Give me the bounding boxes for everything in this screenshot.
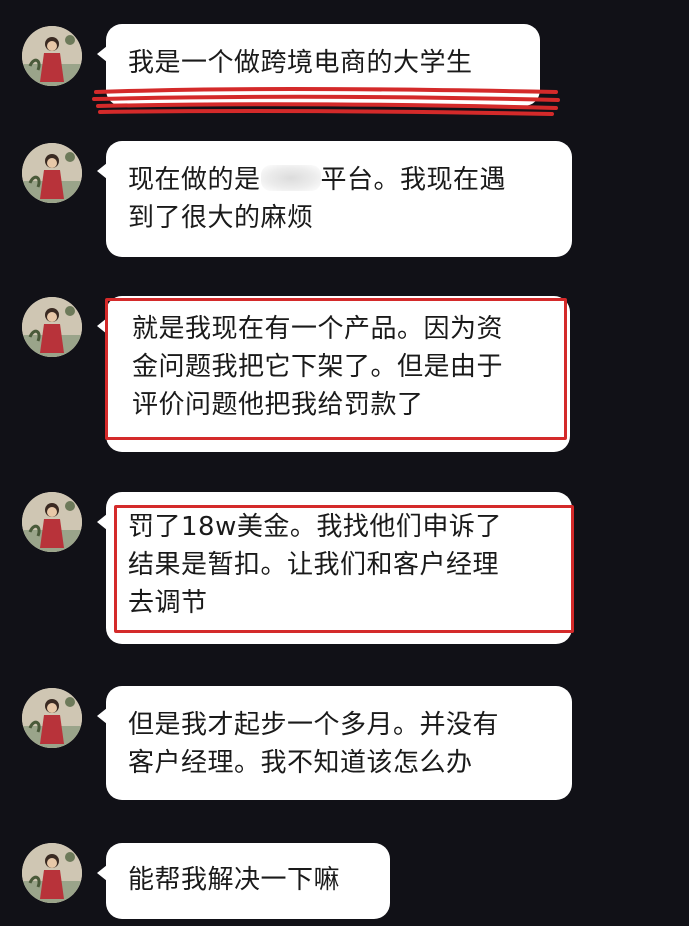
red-underline-annotation bbox=[92, 87, 560, 116]
red-highlight-box bbox=[114, 505, 574, 633]
message-text: 能帮我解决一下嘛 bbox=[128, 865, 341, 895]
redacted-platform-name bbox=[260, 165, 321, 191]
message-text-line: 但是我才起步一个多月。并没有 bbox=[128, 710, 500, 740]
message-text-line: 到了很大的麻烦 bbox=[128, 203, 314, 233]
avatar-icon[interactable] bbox=[22, 297, 82, 357]
avatar-icon[interactable] bbox=[22, 143, 82, 203]
avatar-icon[interactable] bbox=[22, 26, 82, 86]
message-text: 我是一个做跨境电商的大学生 bbox=[128, 48, 473, 78]
message-text-line: 客户经理。我不知道该怎么办 bbox=[128, 748, 473, 778]
message-bubble[interactable]: 但是我才起步一个多月。并没有 客户经理。我不知道该怎么办 bbox=[97, 686, 572, 800]
avatar-icon[interactable] bbox=[22, 492, 82, 552]
message-bubble[interactable]: 能帮我解决一下嘛 bbox=[97, 843, 390, 919]
message-bubble[interactable]: 现在做的是 平台。我现在遇 到了很大的麻烦 bbox=[97, 141, 572, 257]
avatar-icon[interactable] bbox=[22, 688, 82, 748]
chat-conversation: 我是一个做跨境电商的大学生 现在做的是 平台。我现在遇 到了很大的麻烦 就是我现在… bbox=[0, 0, 689, 926]
avatar-icon[interactable] bbox=[22, 843, 82, 903]
red-highlight-box bbox=[105, 298, 567, 440]
message-text-line: 现在做的是 平台。我现在遇 bbox=[128, 165, 507, 195]
